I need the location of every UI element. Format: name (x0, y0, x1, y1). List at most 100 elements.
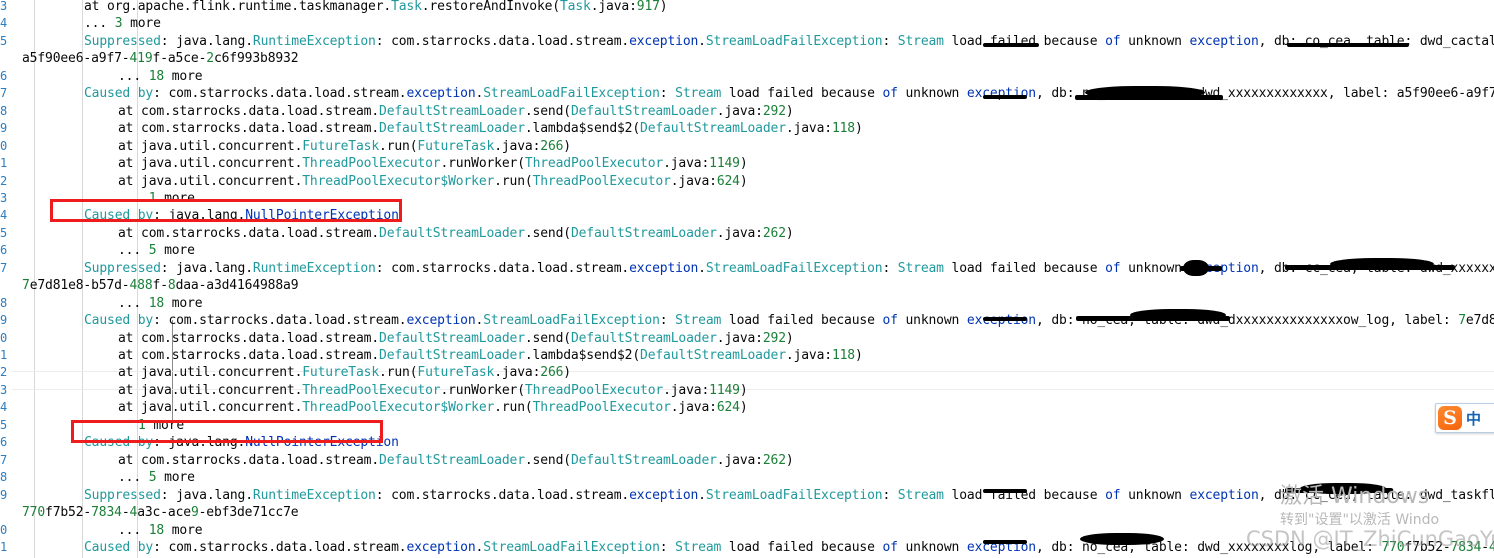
code-line[interactable]: at java.util.concurrent.FutureTask.run(F… (118, 364, 571, 382)
code-line[interactable]: Caused by: java.lang.NullPointerExceptio… (84, 434, 399, 452)
line-number[interactable]: 1 (0, 539, 12, 557)
line-number[interactable]: 7 (0, 85, 12, 103)
code-line[interactable]: at java.util.concurrent. ThreadPoolExecut… (118, 399, 748, 417)
line-number[interactable]: 3 (0, 190, 12, 208)
sogou-logo-icon[interactable]: S (1438, 406, 1462, 430)
code-token: no_cea (1082, 313, 1129, 329)
line-number[interactable]: 9 (0, 312, 12, 330)
code-line[interactable]: at java.util.concurrent.ThreadPoolExecut… (118, 155, 748, 173)
code-token: 1149 (709, 156, 740, 172)
line-number[interactable]: 1 (0, 155, 12, 173)
line-number[interactable]: 0 (0, 138, 12, 156)
code-line[interactable]: at java.util.concurrent.ThreadPoolExecut… (118, 382, 748, 400)
code-token: Suppressed (84, 33, 161, 49)
line-number[interactable]: 8 (0, 103, 12, 121)
code-line[interactable]: Caused by: com.starrocks.data.load.strea… (84, 85, 1494, 103)
line-number[interactable]: 3 (0, 382, 12, 400)
code-token: ... (118, 522, 149, 538)
code-line[interactable]: 770f7b52-7834-4a3c-ace9-ebf3de71cc7e (22, 504, 299, 522)
ime-mode-indicator[interactable]: 中 (1466, 408, 1489, 429)
line-number[interactable]: 9 (0, 487, 12, 505)
line-number[interactable]: 0 (0, 522, 12, 540)
line-number[interactable] (0, 277, 12, 295)
code-line[interactable]: at com.starrocks.data.load.stream.Defaul… (118, 225, 794, 243)
code-token: .send( (524, 330, 571, 346)
code-token: load failed because (943, 487, 1106, 503)
code-line[interactable]: at com.starrocks.data.load.stream.Defaul… (118, 330, 794, 348)
code-line[interactable]: Suppressed: java.lang.RuntimeException: … (84, 260, 1494, 278)
code-token: DefaultStreamLoader (379, 330, 525, 346)
line-number[interactable]: 6 (0, 68, 12, 86)
line-number[interactable] (0, 504, 12, 522)
line-number[interactable]: 8 (0, 469, 12, 487)
line-number[interactable]: 2 (0, 173, 12, 191)
code-line[interactable]: ... 5 more (118, 469, 195, 487)
code-line[interactable]: ... 18 more (118, 522, 203, 540)
code-line[interactable]: 7e7d81e8-b57d-488f-8daa-a3d4164988a9 (22, 277, 299, 295)
line-number[interactable]: 4 (0, 399, 12, 417)
code-token: Caused by (84, 313, 154, 329)
code-line[interactable]: at com.starrocks.data.load.stream.Defaul… (118, 452, 794, 470)
code-token: dwd_cactalkflow_log (1419, 33, 1494, 49)
line-number[interactable]: 1 (0, 347, 12, 365)
line-number[interactable]: 0 (0, 330, 12, 348)
code-line[interactable]: Caused by: com.starrocks.data.load.strea… (84, 312, 1494, 330)
code-token: StreamLoadFailException (483, 86, 660, 102)
code-token: more (164, 68, 203, 84)
code-token: .java: (663, 382, 710, 398)
code-token: 4 (1488, 539, 1494, 555)
code-line[interactable]: at java.util.concurrent.FutureTask.run(F… (118, 138, 571, 156)
code-token: ThreadPoolExecutor (532, 400, 671, 416)
code-token: 770 (22, 505, 46, 521)
code-token: a5f90ee6-a9f7- (22, 51, 130, 67)
line-number[interactable]: 7 (0, 452, 12, 470)
code-token: no_cea (1082, 539, 1129, 555)
code-line[interactable]: a5f90ee6-a9f7-419f-a5ce-2c6f993b8932 (22, 50, 299, 68)
code-token: 7834 (1450, 539, 1482, 555)
code-line[interactable]: at com.starrocks.data.load.stream.Defaul… (118, 120, 863, 138)
line-number[interactable]: 4 (0, 207, 12, 225)
code-line[interactable]: at java.util.concurrent.ThreadPoolExecut… (118, 173, 748, 191)
sogou-ime-toolbar[interactable]: S 中 (1435, 403, 1494, 433)
code-token: at java.util.concurrent. (118, 400, 303, 416)
line-number[interactable]: 5 (0, 417, 12, 435)
code-line[interactable]: ... 5 more (118, 242, 195, 260)
code-line[interactable]: ... 3 more (84, 15, 161, 33)
code-line[interactable]: Caused by: java.lang.NullPointerExceptio… (84, 207, 399, 225)
line-number[interactable] (0, 50, 12, 68)
code-token: Stream (675, 313, 722, 329)
code-token: at java.util.concurrent. (118, 173, 303, 189)
code-token: : java.lang. (153, 435, 246, 451)
code-line[interactable]: at com.starrocks.data.load.stream.Defaul… (118, 103, 794, 121)
line-number[interactable]: 7 (0, 260, 12, 278)
code-token: StreamLoadFailException (705, 33, 883, 49)
code-token: Task (391, 0, 422, 14)
code-line[interactable]: ... 1 more (118, 190, 195, 208)
line-number[interactable]: 6 (0, 434, 12, 452)
code-token: .java: (663, 156, 710, 172)
line-number[interactable]: 3 (0, 0, 12, 16)
code-line[interactable]: ... 18 more (118, 68, 203, 86)
code-token: at java.util.concurrent. (118, 156, 303, 172)
line-number[interactable]: 4 (0, 15, 12, 33)
code-line[interactable]: Suppressed: java.lang.RuntimeException: … (84, 487, 1494, 505)
code-token: StreamLoadFailException (483, 539, 660, 555)
line-number[interactable]: 9 (0, 120, 12, 138)
code-content-area[interactable]: at org.apache.flink.runtime.taskmanager.… (0, 0, 1494, 558)
code-token: DefaultStreamLoader (570, 103, 717, 119)
code-line[interactable]: ... 18 more (118, 295, 203, 313)
line-number[interactable]: 5 (0, 225, 12, 243)
code-token: , db: (1035, 86, 1083, 102)
line-number[interactable]: 6 (0, 242, 12, 260)
code-line[interactable]: Caused by: com.starrocks.data.load.strea… (84, 539, 1494, 557)
code-token: - (1481, 539, 1489, 555)
code-line[interactable]: Suppressed: java.lang.RuntimeException: … (84, 33, 1494, 51)
code-line[interactable]: at com.starrocks.data.load.stream.Defaul… (118, 347, 863, 365)
code-line[interactable]: at org.apache.flink.runtime.taskmanager.… (84, 0, 668, 16)
code-token: : java.lang. (160, 260, 253, 276)
line-number[interactable]: 2 (0, 364, 12, 382)
code-line[interactable]: 1 more (138, 417, 184, 435)
line-number[interactable]: 8 (0, 295, 12, 313)
line-number[interactable]: 5 (0, 33, 12, 51)
code-token: .java: (716, 225, 763, 241)
